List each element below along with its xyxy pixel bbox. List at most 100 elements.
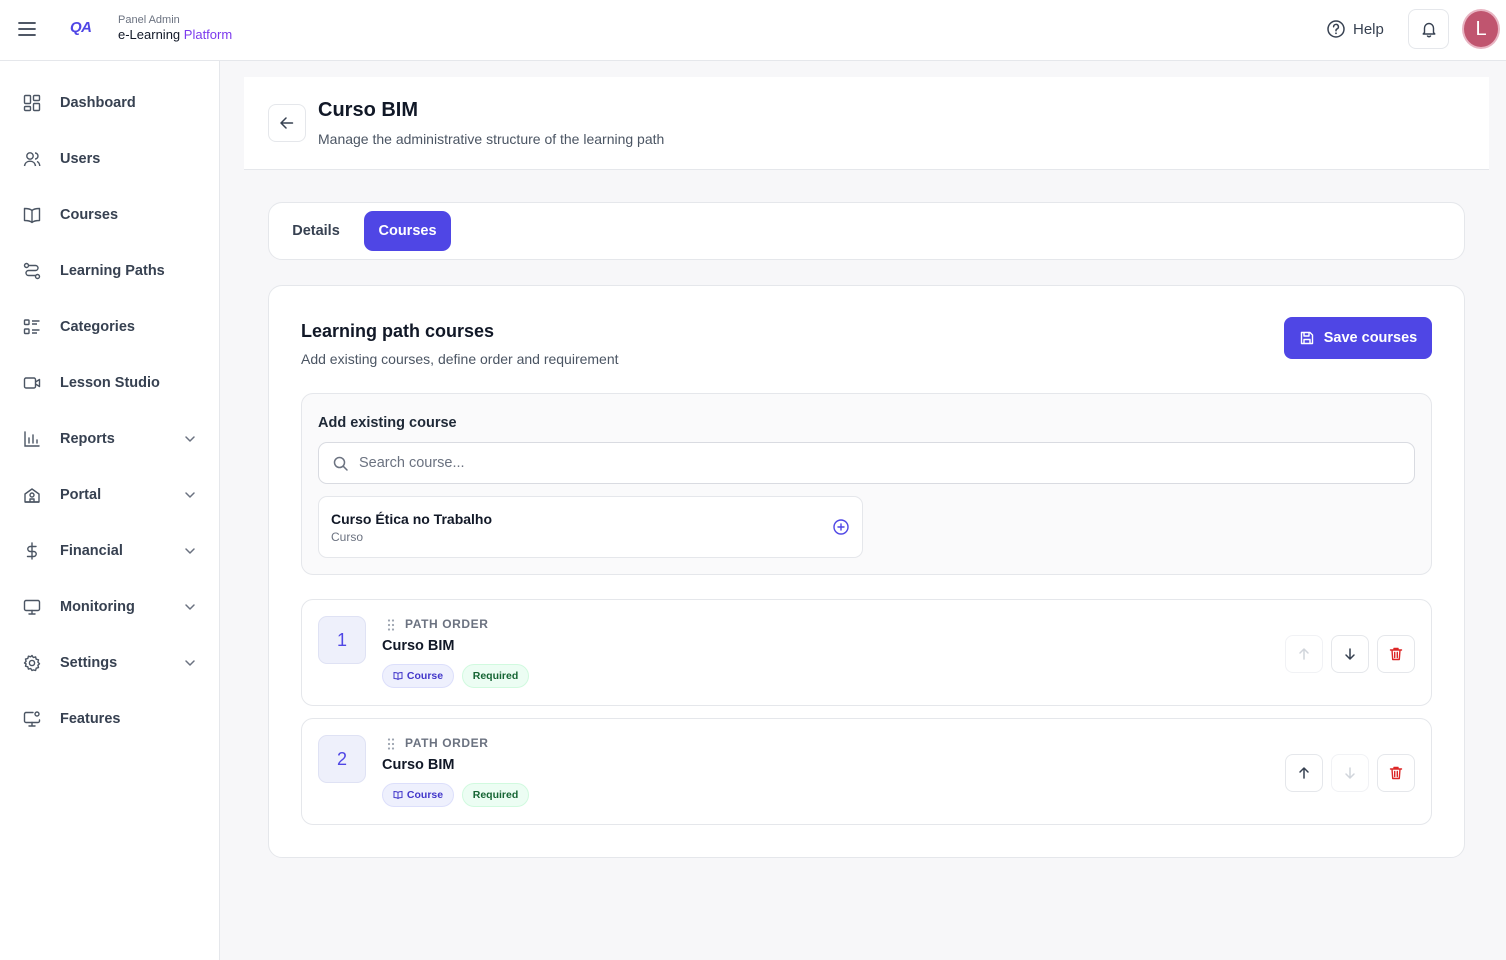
top-header: QA Panel Admin e-Learning Platform Help … <box>0 0 1506 61</box>
arrow-left-icon <box>278 114 296 132</box>
required-badge[interactable]: Required <box>462 664 529 688</box>
sidebar-item-label: Categories <box>60 319 135 335</box>
sidebar-item-features[interactable]: Features <box>0 699 219 739</box>
notifications-button[interactable] <box>1408 9 1449 49</box>
delete-button[interactable] <box>1377 635 1415 673</box>
sidebar-item-reports[interactable]: Reports <box>0 419 219 459</box>
monitor-icon <box>22 597 42 617</box>
gear-icon <box>22 653 42 673</box>
move-down-button[interactable] <box>1331 635 1369 673</box>
help-button[interactable]: Help <box>1326 18 1384 40</box>
result-course-name: Curso Ética no Trabalho <box>331 511 493 527</box>
path-course-name: Curso BIM <box>382 638 455 654</box>
sidebar: Dashboard Users Courses Learning Paths C… <box>0 61 220 960</box>
platform-name: e-Learning Platform <box>118 27 232 43</box>
order-number: 2 <box>318 735 366 783</box>
sidebar-item-settings[interactable]: Settings <box>0 643 219 683</box>
move-up-button[interactable] <box>1285 754 1323 792</box>
chevron-down-icon <box>183 600 197 614</box>
section-subtitle: Add existing courses, define order and r… <box>301 351 619 367</box>
sidebar-item-monitoring[interactable]: Monitoring <box>0 587 219 627</box>
save-icon <box>1299 330 1315 346</box>
sidebar-item-lesson-studio[interactable]: Lesson Studio <box>0 363 219 403</box>
school-icon <box>22 485 42 505</box>
sidebar-item-courses[interactable]: Courses <box>0 195 219 235</box>
chevron-down-icon <box>183 488 197 502</box>
search-course-input[interactable] <box>359 443 1399 483</box>
sidebar-item-label: Settings <box>60 655 118 671</box>
course-type-label: Course <box>406 670 444 682</box>
page-subtitle: Manage the administrative structure of t… <box>318 131 665 147</box>
page-title: Curso BIM <box>318 99 418 121</box>
back-button[interactable] <box>268 104 306 142</box>
help-label: Help <box>1353 20 1384 38</box>
path-course-row: 1 PATH ORDER Curso BIM Course Required <box>301 599 1432 706</box>
trash-icon <box>1388 765 1404 781</box>
screen-settings-icon <box>22 709 42 729</box>
tab-courses[interactable]: Courses <box>364 211 451 251</box>
chevron-down-icon <box>183 656 197 670</box>
menu-icon[interactable] <box>16 18 38 40</box>
result-course-type: Curso <box>331 530 364 544</box>
learning-path-courses-card: Learning path courses Add existing cours… <box>268 285 1465 858</box>
add-existing-course-title: Add existing course <box>318 415 457 431</box>
sidebar-item-label: Portal <box>60 487 102 503</box>
sidebar-item-label: Courses <box>60 207 119 223</box>
sidebar-item-label: Learning Paths <box>60 263 165 279</box>
sidebar-item-label: Financial <box>60 543 123 559</box>
arrow-up-icon <box>1296 646 1312 662</box>
panel-label: Panel Admin <box>118 14 180 26</box>
sidebar-item-categories[interactable]: Categories <box>0 307 219 347</box>
arrow-down-icon <box>1342 765 1358 781</box>
book-icon <box>393 790 403 800</box>
path-course-name: Curso BIM <box>382 757 455 773</box>
move-up-button[interactable] <box>1285 635 1323 673</box>
arrow-up-icon <box>1296 765 1312 781</box>
dollar-icon <box>22 541 42 561</box>
video-icon <box>22 373 42 393</box>
move-down-button[interactable] <box>1331 754 1369 792</box>
drag-handle-icon[interactable] <box>386 737 396 751</box>
avatar[interactable]: L <box>1462 9 1500 49</box>
add-existing-course-panel: Add existing course Curso Ética no Traba… <box>301 393 1432 575</box>
path-order-label: PATH ORDER <box>405 617 489 631</box>
save-courses-label: Save courses <box>1323 330 1418 346</box>
route-icon <box>22 261 42 281</box>
chevron-down-icon <box>183 432 197 446</box>
bar-chart-icon <box>22 429 42 449</box>
course-type-label: Course <box>406 789 444 801</box>
platform-suffix: Platform <box>183 27 233 42</box>
brand: Panel Admin e-Learning Platform <box>118 14 232 43</box>
save-courses-button[interactable]: Save courses <box>1284 317 1432 359</box>
sidebar-item-portal[interactable]: Portal <box>0 475 219 515</box>
search-icon <box>332 455 349 472</box>
bell-icon <box>1420 20 1438 38</box>
course-type-badge: Course <box>382 664 454 688</box>
path-course-row: 2 PATH ORDER Curso BIM Course Required <box>301 718 1432 825</box>
chevron-down-icon <box>183 544 197 558</box>
course-type-badge: Course <box>382 783 454 807</box>
sidebar-item-label: Monitoring <box>60 599 135 615</box>
sidebar-item-financial[interactable]: Financial <box>0 531 219 571</box>
search-field <box>318 442 1415 484</box>
sidebar-item-dashboard[interactable]: Dashboard <box>0 83 219 123</box>
list-icon <box>22 317 42 337</box>
sidebar-item-learning-paths[interactable]: Learning Paths <box>0 251 219 291</box>
logo[interactable]: QA <box>70 19 92 36</box>
tab-bar: Details Courses <box>268 202 1465 260</box>
trash-icon <box>1388 646 1404 662</box>
required-badge[interactable]: Required <box>462 783 529 807</box>
path-order-label: PATH ORDER <box>405 736 489 750</box>
order-number: 1 <box>318 616 366 664</box>
search-result-item[interactable]: Curso Ética no Trabalho Curso <box>318 496 863 558</box>
platform-prefix: e-Learning <box>118 27 181 42</box>
sidebar-item-label: Reports <box>60 431 115 447</box>
sidebar-item-label: Dashboard <box>60 95 136 111</box>
book-icon <box>22 205 42 225</box>
sidebar-item-users[interactable]: Users <box>0 139 219 179</box>
drag-handle-icon[interactable] <box>386 618 396 632</box>
sidebar-item-label: Features <box>60 711 121 727</box>
delete-button[interactable] <box>1377 754 1415 792</box>
plus-circle-icon[interactable] <box>832 518 850 536</box>
tab-details[interactable]: Details <box>281 211 351 251</box>
